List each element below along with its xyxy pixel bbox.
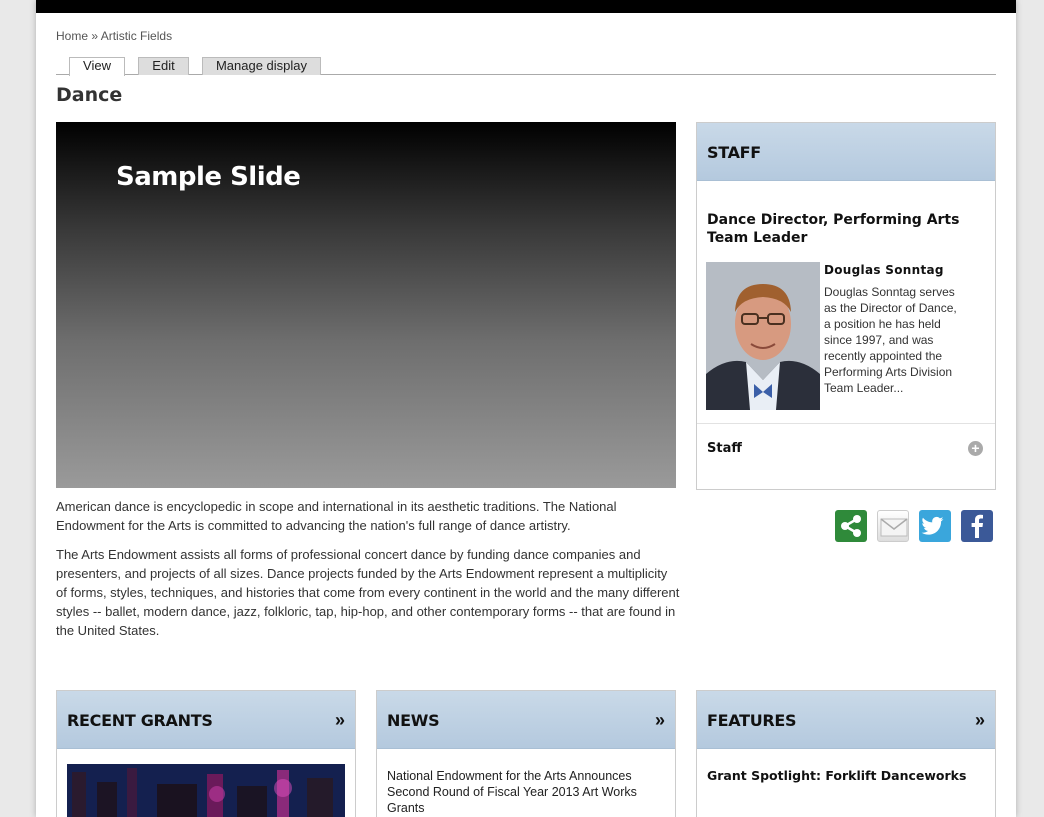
staff-box: STAFF Dance Director, Performing Arts Te… xyxy=(696,122,996,490)
twitter-icon xyxy=(921,516,944,535)
page-title: Dance xyxy=(56,84,123,106)
staff-bio: Douglas Sonntag serves as the Director o… xyxy=(824,285,957,395)
tab-edit[interactable]: Edit xyxy=(138,57,189,75)
recent-grants-title: RECENT GRANTS xyxy=(67,711,213,730)
staff-header: STAFF xyxy=(697,123,995,181)
email-button[interactable] xyxy=(877,510,909,542)
top-bar xyxy=(36,0,1016,13)
staff-role: Dance Director, Performing Arts Team Lea… xyxy=(707,212,960,246)
double-chevron-right-icon[interactable]: » xyxy=(335,710,345,731)
news-header[interactable]: NEWS » xyxy=(377,691,675,749)
breadcrumb: Home » Artistic Fields xyxy=(56,29,172,43)
tab-manage-display[interactable]: Manage display xyxy=(202,57,321,75)
tab-bar: View Edit Manage display xyxy=(56,57,996,76)
description-paragraph: The Arts Endowment assists all forms of … xyxy=(56,547,680,638)
double-chevron-right-icon[interactable]: » xyxy=(655,710,665,731)
twitter-button[interactable] xyxy=(919,510,951,542)
slide-title: Sample Slide xyxy=(116,162,301,192)
features-box: FEATURES » Grant Spotlight: Forklift Dan… xyxy=(696,690,996,817)
news-title: NEWS xyxy=(387,711,440,730)
breadcrumb-current-link[interactable]: Artistic Fields xyxy=(101,29,172,43)
staff-name[interactable]: Douglas Sonntag xyxy=(824,263,944,277)
share-button[interactable] xyxy=(835,510,867,542)
plus-circle-icon[interactable]: + xyxy=(968,441,983,456)
recent-grants-header[interactable]: RECENT GRANTS » xyxy=(57,691,355,749)
news-item-link[interactable]: National Endowment for the Arts Announce… xyxy=(387,768,667,816)
double-chevron-right-icon[interactable]: » xyxy=(975,710,985,731)
feature-item-link[interactable]: Grant Spotlight: Forklift Danceworks xyxy=(707,768,987,783)
recent-grants-box: RECENT GRANTS » xyxy=(56,690,356,817)
features-title: FEATURES xyxy=(707,711,797,730)
facebook-button[interactable] xyxy=(961,510,993,542)
slideshow[interactable]: Sample Slide xyxy=(56,122,676,488)
email-icon xyxy=(880,518,908,537)
staff-link[interactable]: Staff xyxy=(707,441,742,456)
breadcrumb-separator: » xyxy=(91,29,99,43)
news-box: NEWS » National Endowment for the Arts A… xyxy=(376,690,676,817)
tab-view[interactable]: View xyxy=(69,57,125,76)
features-header[interactable]: FEATURES » xyxy=(697,691,995,749)
staff-divider xyxy=(697,423,995,424)
page: Home » Artistic Fields View Edit Manage … xyxy=(36,0,1016,817)
grant-image[interactable] xyxy=(67,764,345,817)
breadcrumb-home-link[interactable]: Home xyxy=(56,29,88,43)
staff-photo[interactable] xyxy=(706,262,820,410)
share-icon xyxy=(841,515,861,537)
intro-paragraph: American dance is encyclopedic in scope … xyxy=(56,499,617,533)
staff-header-title: STAFF xyxy=(707,143,761,162)
facebook-icon xyxy=(971,514,983,538)
